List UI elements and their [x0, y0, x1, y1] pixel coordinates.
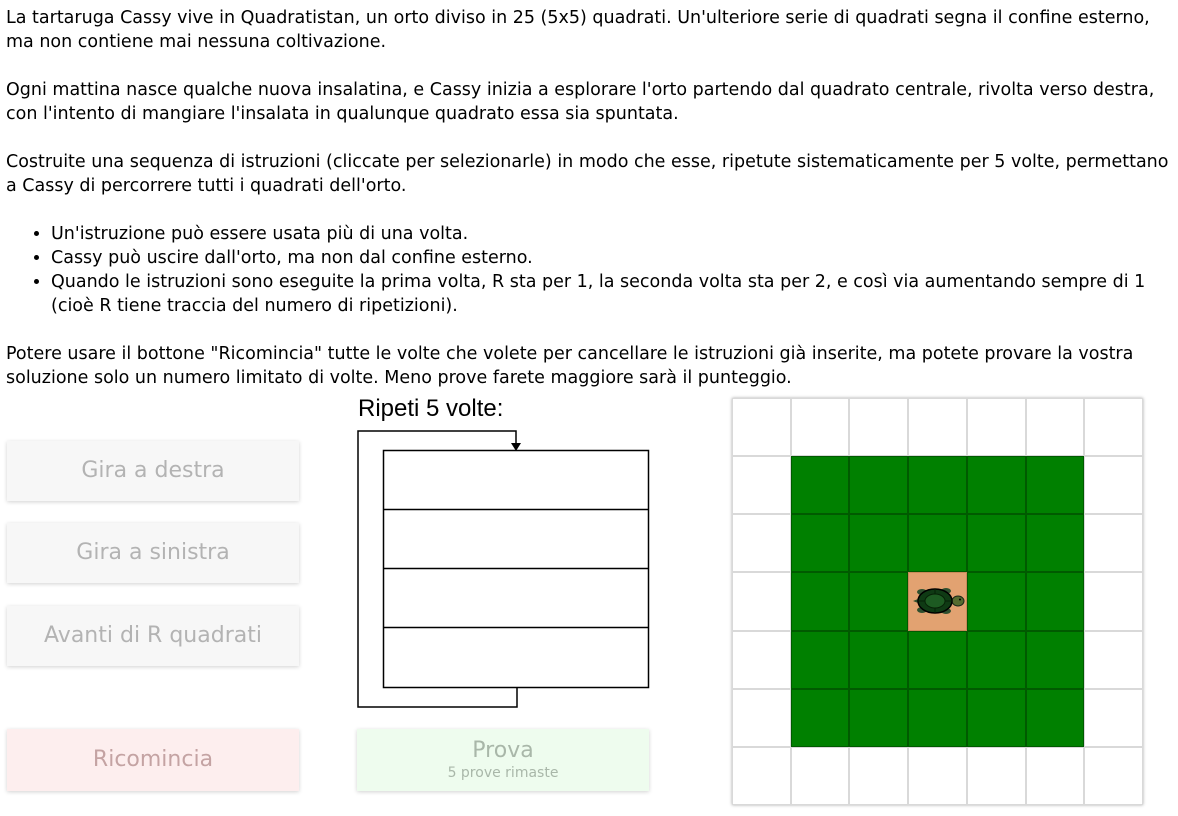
start-cell	[908, 572, 967, 631]
border-cell	[732, 688, 791, 747]
forward-r-button[interactable]: Avanti di R quadrati	[7, 606, 299, 666]
rule-item: Cassy può uscire dall'orto, ma non dal c…	[51, 246, 1176, 270]
instruction-slot-1[interactable]	[383, 451, 648, 510]
border-cell	[1084, 688, 1143, 747]
garden-cell	[966, 456, 1026, 515]
garden-cell	[790, 688, 850, 747]
tries-left-label: 5 prove rimaste	[447, 765, 559, 781]
instructions-text: La tartaruga Cassy vive in Quadratistan,…	[6, 6, 1176, 414]
border-cell	[732, 572, 791, 631]
garden-cell	[849, 514, 909, 573]
rules-list: Un'istruzione può essere usata più di un…	[6, 222, 1176, 318]
border-cell	[732, 456, 791, 515]
garden-cell	[790, 514, 850, 573]
garden-cell	[908, 514, 967, 573]
border-cell	[966, 746, 1026, 805]
garden-cell	[908, 630, 967, 689]
garden-cell	[849, 688, 909, 747]
border-cell	[1025, 398, 1085, 457]
intro-paragraph: La tartaruga Cassy vive in Quadratistan,…	[6, 8, 1150, 52]
border-cell	[849, 398, 909, 457]
border-cell	[908, 746, 967, 805]
garden-cell	[966, 572, 1026, 631]
border-cell	[1084, 572, 1143, 631]
garden-cell	[849, 456, 909, 515]
garden-cell	[966, 688, 1026, 747]
garden-cell	[908, 688, 967, 747]
loop-title: Ripeti 5 volte:	[358, 395, 504, 422]
morning-paragraph: Ogni mattina nasce qualche nuova insalat…	[6, 80, 1155, 124]
garden-cell	[849, 572, 909, 631]
border-cell	[790, 746, 850, 805]
reset-button[interactable]: Ricomincia	[7, 729, 299, 791]
border-cell	[732, 746, 791, 805]
garden-cell	[849, 630, 909, 689]
garden-grid	[732, 398, 1143, 805]
turn-left-button[interactable]: Gira a sinistra	[7, 523, 299, 583]
try-button[interactable]: Prova 5 prove rimaste	[357, 729, 649, 791]
task-paragraph: Costruite una sequenza di istruzioni (cl…	[6, 152, 1169, 196]
try-label: Prova	[472, 738, 534, 763]
border-cell	[732, 398, 791, 457]
turn-right-button[interactable]: Gira a destra	[7, 441, 299, 501]
rule-item: Quando le istruzioni sono eseguite la pr…	[51, 270, 1176, 318]
border-cell	[732, 514, 791, 573]
garden-cell	[908, 456, 967, 515]
border-cell	[849, 746, 909, 805]
garden-cell	[1025, 514, 1085, 573]
garden-cell	[790, 456, 850, 515]
garden-cell	[966, 630, 1026, 689]
garden-cell	[966, 514, 1026, 573]
garden-cell	[1025, 630, 1085, 689]
turtle-icon	[913, 588, 965, 615]
retry-paragraph: Potere usare il bottone "Ricomincia" tut…	[6, 344, 1134, 388]
border-cell	[1084, 746, 1143, 805]
border-cell	[966, 398, 1026, 457]
garden-cell	[1025, 688, 1085, 747]
border-cell	[908, 398, 967, 457]
garden-cell	[790, 630, 850, 689]
garden-cell	[1025, 572, 1085, 631]
border-cell	[790, 398, 850, 457]
garden-cell	[1025, 456, 1085, 515]
border-cell	[1084, 398, 1143, 457]
border-cell	[1084, 456, 1143, 515]
instruction-slot-3[interactable]	[383, 569, 648, 628]
instruction-slot-4[interactable]	[383, 628, 648, 687]
garden-cell	[790, 572, 850, 631]
border-cell	[1084, 514, 1143, 573]
rule-item: Un'istruzione può essere usata più di un…	[51, 222, 1176, 246]
border-cell	[732, 630, 791, 689]
border-cell	[1025, 746, 1085, 805]
instruction-slot-2[interactable]	[383, 510, 648, 569]
border-cell	[1084, 630, 1143, 689]
